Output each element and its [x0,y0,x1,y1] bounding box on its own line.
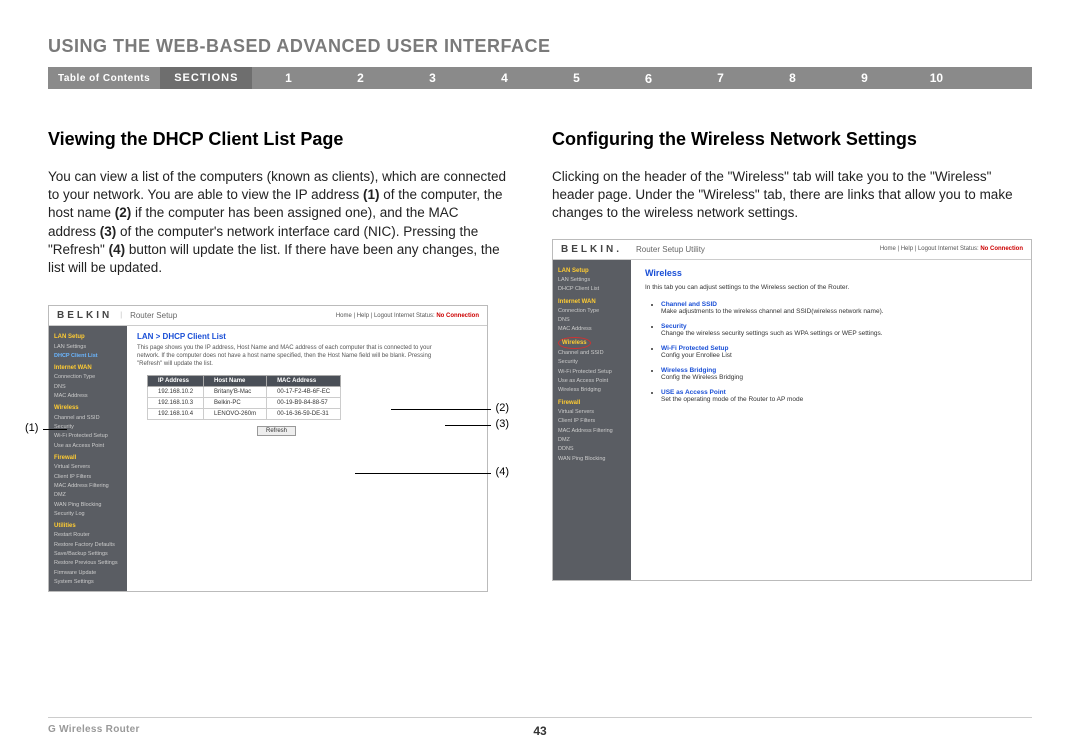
wireless-cat-circled: Wireless [558,337,626,349]
section-link-2[interactable]: 2 [324,71,396,86]
sections-label: SECTIONS [160,67,252,89]
table-row: 192.168.10.2Britany'B-Mac00-17-F2-4B-6F-… [148,386,341,397]
brand-logo: BELKIN. [561,244,622,255]
page-title: USING THE WEB-BASED ADVANCED USER INTERF… [48,36,1032,57]
page-footer: G Wireless Router 43 [48,717,1032,738]
shot-sidebar: LAN Setup LAN Settings DHCP Client List … [49,326,127,591]
wireless-link[interactable]: Channel and SSID [661,301,1017,308]
wireless-link[interactable]: Wi-Fi Protected Setup [661,345,1017,352]
shot-main: Wireless In this tab you can adjust sett… [631,260,1031,580]
right-paragraph: Clicking on the header of the "Wireless"… [552,168,1032,223]
shot-header-links: Home | Help | Logout Internet Status: No… [880,246,1023,252]
table-row: 192.168.10.4LENOVO-260m00-16-36-59-DE-31 [148,408,341,419]
footer-left: G Wireless Router [48,724,533,738]
section-link-4[interactable]: 4 [468,71,540,86]
right-heading: Configuring the Wireless Network Setting… [552,129,1032,150]
dhcp-table: IP Address Host Name MAC Address 192.168… [147,375,341,420]
callout-4: (4) [496,466,509,478]
wireless-screenshot: BELKIN. Router Setup Utility Home | Help… [552,239,1032,581]
left-paragraph: You can view a list of the computers (kn… [48,168,506,277]
refresh-button[interactable]: Refresh [257,426,296,436]
section-link-6[interactable]: 6 [612,71,684,86]
brand-logo: BELKIN [57,310,112,321]
list-item: Wireless BridgingConfig the Wireless Bri… [661,367,1017,381]
shot-main: LAN > DHCP Client List This page shows y… [127,326,487,591]
section-link-7[interactable]: 7 [684,71,756,86]
th-ip: IP Address [148,375,204,386]
section-link-1[interactable]: 1 [252,71,324,86]
shot-header-links: Home | Help | Logout Internet Status: No… [336,313,479,319]
shot-subtitle: Router Setup Utility [636,245,705,254]
list-item: Channel and SSIDMake adjustments to the … [661,301,1017,315]
table-row: 192.168.10.3Belkin-PC00-19-B9-84-88-57 [148,397,341,408]
list-item: Wi-Fi Protected SetupConfig your Enrolle… [661,345,1017,359]
left-column: Viewing the DHCP Client List Page You ca… [48,129,506,592]
wireless-link[interactable]: USE as Access Point [661,389,1017,396]
section-link-10[interactable]: 10 [900,71,972,86]
breadcrumb: LAN > DHCP Client List [137,332,477,341]
page-number: 43 [533,724,546,738]
section-link-8[interactable]: 8 [756,71,828,86]
th-host: Host Name [204,375,267,386]
section-link-9[interactable]: 9 [828,71,900,86]
left-heading: Viewing the DHCP Client List Page [48,129,506,150]
breadcrumb: Wireless [645,268,1017,278]
dhcp-screenshot: BELKIN | Router Setup Home | Help | Logo… [48,305,488,592]
right-column: Configuring the Wireless Network Setting… [552,129,1032,592]
wireless-link[interactable]: Wireless Bridging [661,367,1017,374]
wireless-link[interactable]: Security [661,323,1017,330]
callout-1: (1) [25,422,38,434]
section-nav: Table of Contents SECTIONS 12345678910 [48,67,1032,89]
callout-2: (2) [496,402,509,414]
shot-subtitle: Router Setup [130,311,177,320]
shot-sidebar: LAN Setup LAN Settings DHCP Client List … [553,260,631,580]
list-item: USE as Access PointSet the operating mod… [661,389,1017,403]
th-mac: MAC Address [267,375,341,386]
callout-3: (3) [496,418,509,430]
section-link-3[interactable]: 3 [396,71,468,86]
list-item: SecurityChange the wireless security set… [661,323,1017,337]
section-link-5[interactable]: 5 [540,71,612,86]
toc-link[interactable]: Table of Contents [48,73,160,84]
